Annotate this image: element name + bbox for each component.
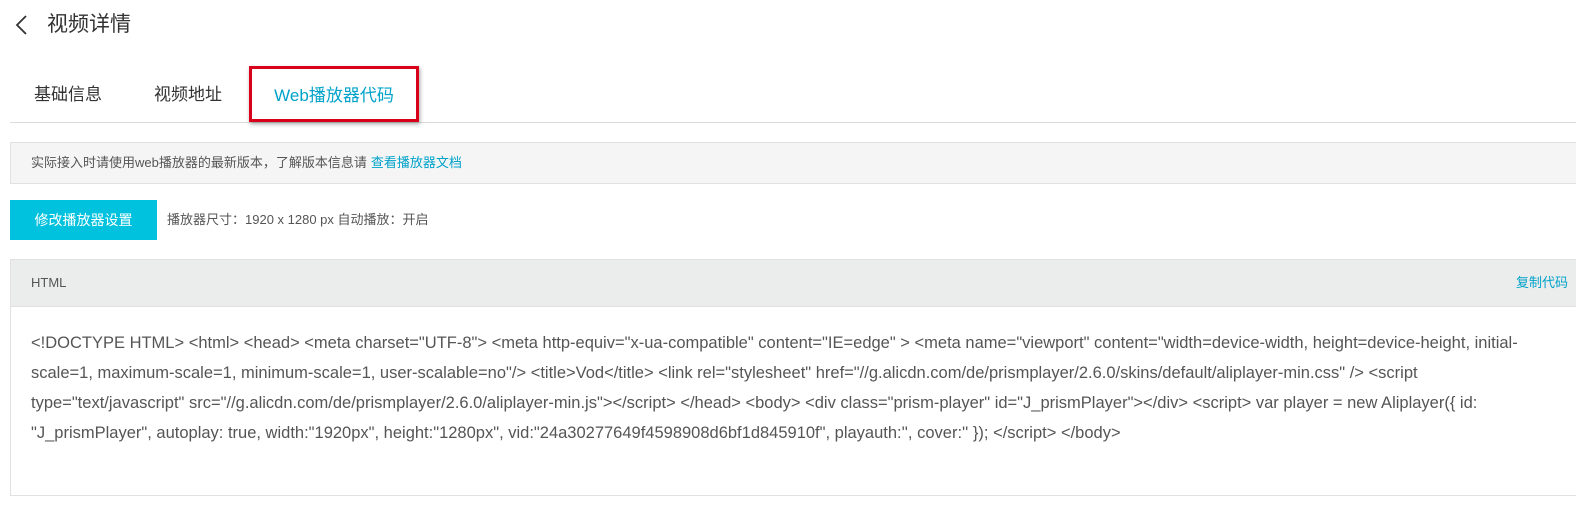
tab-video-address[interactable]: 视频地址 (154, 66, 222, 122)
code-snippet[interactable]: <!DOCTYPE HTML> <html> <head> <meta char… (31, 328, 1541, 448)
notice-text: 实际接入时请使用web播放器的最新版本，了解版本信息请 (31, 155, 367, 170)
tab-bar: 基础信息 视频地址 Web播放器代码 (10, 66, 1576, 123)
page-header: 视频详情 (0, 0, 1576, 50)
copy-code-button[interactable]: 复制代码 (1516, 260, 1568, 306)
tab-basic-info[interactable]: 基础信息 (34, 66, 102, 122)
code-panel: HTML 复制代码 <!DOCTYPE HTML> <html> <head> … (10, 259, 1576, 496)
edit-player-settings-button[interactable]: 修改播放器设置 (10, 200, 157, 240)
code-language-label: HTML (31, 275, 67, 290)
player-settings-info: 播放器尺寸：1920 x 1280 px 自动播放：开启 (167, 212, 429, 227)
page-title: 视频详情 (47, 13, 131, 36)
code-panel-header: HTML 复制代码 (11, 260, 1576, 307)
player-docs-link[interactable]: 查看播放器文档 (371, 155, 462, 170)
page: 视频详情 基础信息 视频地址 Web播放器代码 实际接入时请使用web播放器的最… (0, 0, 1576, 508)
version-notice: 实际接入时请使用web播放器的最新版本，了解版本信息请 查看播放器文档 (10, 142, 1576, 184)
chevron-left-icon[interactable] (12, 14, 32, 36)
tab-web-player-code[interactable]: Web播放器代码 (249, 66, 419, 122)
